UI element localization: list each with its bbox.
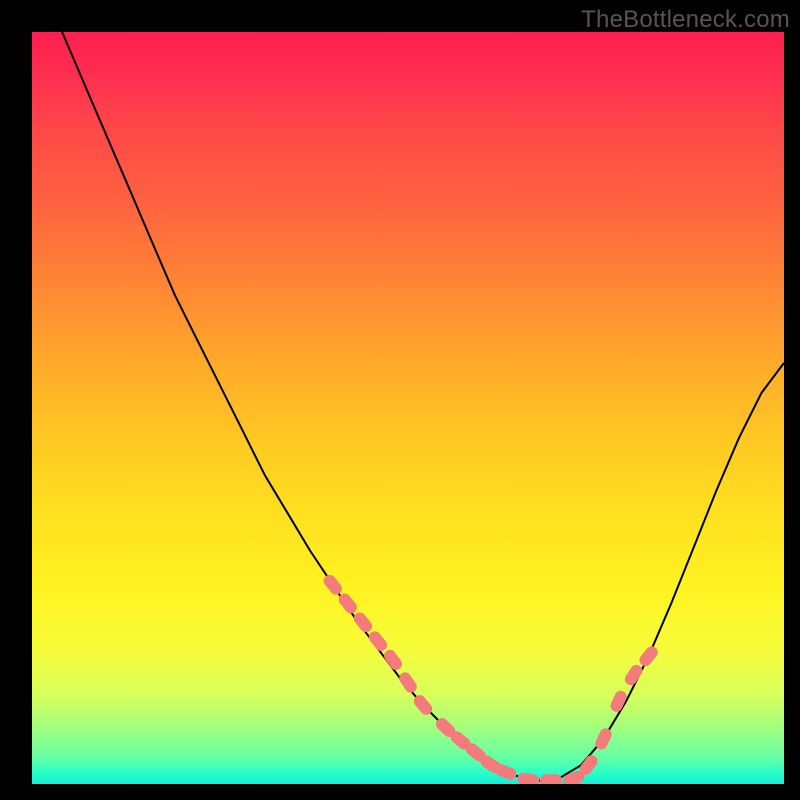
chart-stage: TheBottleneck.com: [0, 0, 800, 800]
plot-area: [32, 32, 784, 784]
marker-pill: [623, 663, 645, 688]
marker-pill: [321, 572, 344, 597]
marker-pill: [516, 772, 540, 784]
watermark-text: TheBottleneck.com: [581, 6, 790, 34]
marker-pill: [351, 610, 374, 635]
marker-group: [321, 572, 660, 784]
marker-pill: [382, 647, 405, 672]
marker-pill: [397, 670, 419, 695]
marker-pill: [540, 774, 562, 784]
bottleneck-curve: [62, 32, 784, 781]
marker-pill: [637, 644, 660, 669]
marker-pill: [366, 629, 389, 654]
curve-layer: [32, 32, 784, 784]
